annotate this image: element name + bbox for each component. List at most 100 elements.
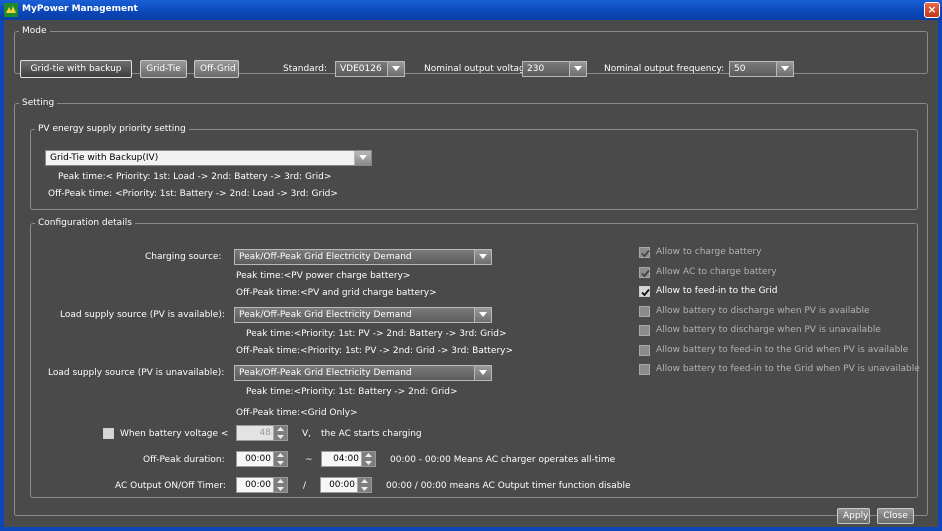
- load-available-select[interactable]: Peak/Off-Peak Grid Electricity Demand: [234, 307, 492, 323]
- mode-grid-tie-backup-button[interactable]: Grid-tie with backup: [20, 60, 132, 78]
- option-row[interactable]: Allow battery to discharge when PV is av…: [639, 305, 919, 318]
- chevron-down-icon: [354, 151, 371, 165]
- option-label: Allow to charge battery: [656, 247, 762, 257]
- voltage-select[interactable]: 230: [522, 61, 587, 77]
- app-logo-icon: [4, 3, 18, 17]
- option-label: Allow AC to charge battery: [656, 267, 777, 277]
- option-row[interactable]: Allow AC to charge battery: [639, 266, 919, 279]
- chevron-down-icon: [474, 366, 491, 380]
- offpeak-note: 00:00 - 00:00 Means AC charger operates …: [390, 455, 616, 465]
- battery-voltage-stepper[interactable]: 48: [236, 425, 288, 441]
- battery-voltage-checkbox[interactable]: [103, 428, 114, 439]
- option-label: Allow battery to feed-in to the Grid whe…: [656, 345, 909, 355]
- chevron-down-icon: [569, 62, 586, 76]
- close-button[interactable]: Close: [877, 508, 914, 524]
- option-label: Allow to feed-in to the Grid: [656, 286, 778, 296]
- voltage-label: Nominal output voltage:: [424, 64, 534, 74]
- load-available-value: Peak/Off-Peak Grid Electricity Demand: [239, 310, 412, 320]
- ac-timer-on-stepper[interactable]: 00:00: [236, 477, 288, 493]
- load-available-label: Load supply source (PV is available):: [60, 310, 225, 320]
- charging-source-label: Charging source:: [145, 252, 222, 262]
- stepper-arrows-icon: [273, 426, 287, 440]
- window-frame-right: [938, 20, 942, 531]
- option-checkbox[interactable]: [639, 247, 650, 258]
- stepper-arrows-icon: [273, 478, 287, 492]
- ac-timer-note: 00:00 / 00:00 means AC Output timer func…: [386, 481, 631, 491]
- load-available-peak-text: Peak time:<Priority: 1st: PV -> 2nd: Bat…: [246, 329, 507, 339]
- option-label: Allow battery to discharge when PV is un…: [656, 325, 881, 335]
- frequency-select[interactable]: 50: [729, 61, 794, 77]
- chevron-down-icon: [474, 250, 491, 264]
- standard-select[interactable]: VDE0126: [335, 61, 405, 77]
- load-unavailable-label: Load supply source (PV is unavailable):: [48, 368, 225, 378]
- option-label: Allow battery to discharge when PV is av…: [656, 306, 870, 316]
- offpeak-end-stepper[interactable]: 04:00: [321, 451, 376, 467]
- option-checkbox[interactable]: [639, 267, 650, 278]
- load-unavailable-value: Peak/Off-Peak Grid Electricity Demand: [239, 368, 412, 378]
- option-checkbox[interactable]: [639, 364, 650, 375]
- mode-grid-tie-button[interactable]: Grid-Tie: [140, 60, 187, 78]
- window-frame-left: [0, 20, 4, 531]
- charging-source-value: Peak/Off-Peak Grid Electricity Demand: [239, 252, 412, 262]
- charging-source-select[interactable]: Peak/Off-Peak Grid Electricity Demand: [234, 249, 492, 265]
- ac-timer-separator: /: [303, 481, 307, 491]
- option-checkbox[interactable]: [639, 286, 650, 297]
- offpeak-duration-label: Off-Peak duration:: [143, 455, 225, 465]
- option-label: Allow battery to feed-in to the Grid whe…: [656, 364, 920, 374]
- frequency-value: 50: [734, 64, 746, 74]
- standard-label: Standard:: [283, 64, 327, 74]
- load-unavailable-select[interactable]: Peak/Off-Peak Grid Electricity Demand: [234, 365, 492, 381]
- chevron-down-icon: [387, 62, 404, 76]
- ac-timer-label: AC Output ON/Off Timer:: [115, 481, 226, 491]
- option-row[interactable]: Allow battery to discharge when PV is un…: [639, 324, 919, 337]
- option-row[interactable]: Allow battery to feed-in to the Grid whe…: [639, 363, 920, 376]
- option-row[interactable]: Allow to charge battery: [639, 246, 919, 259]
- apply-button[interactable]: Apply: [837, 508, 870, 524]
- load-unavailable-offpeak-text: Off-Peak time:<Grid Only>: [236, 408, 358, 418]
- offpeak-end-value: 04:00: [333, 454, 359, 464]
- ac-timer-on-value: 00:00: [245, 480, 271, 490]
- pv-priority-legend: PV energy supply priority setting: [38, 124, 186, 134]
- standard-value: VDE0126: [340, 64, 382, 74]
- ac-timer-off-value: 00:00: [329, 480, 355, 490]
- option-row[interactable]: Allow to feed-in to the Grid: [639, 285, 919, 298]
- check-icon: [641, 288, 650, 297]
- battery-voltage-unit: V,: [302, 429, 312, 439]
- pv-priority-select[interactable]: Grid-Tie with Backup(IV): [45, 150, 372, 166]
- load-unavailable-peak-text: Peak time:<Priority: 1st: Battery -> 2nd…: [246, 387, 458, 397]
- battery-voltage-suffix: the AC starts charging: [321, 429, 422, 439]
- offpeak-start-stepper[interactable]: 00:00: [236, 451, 288, 467]
- frequency-label: Nominal output frequency:: [604, 64, 725, 74]
- option-checkbox[interactable]: [639, 345, 650, 356]
- pv-priority-value: Grid-Tie with Backup(IV): [50, 153, 159, 163]
- stepper-arrows-icon: [361, 452, 375, 466]
- config-details-legend: Configuration details: [38, 218, 132, 228]
- mode-legend: Mode: [22, 26, 47, 36]
- battery-voltage-value: 48: [259, 428, 271, 438]
- close-icon: ×: [927, 3, 937, 16]
- battery-voltage-label: When battery voltage <: [120, 429, 229, 439]
- charging-peak-text: Peak time:<PV power charge battery>: [236, 271, 411, 281]
- window-close-button[interactable]: ×: [924, 2, 940, 18]
- voltage-value: 230: [527, 64, 545, 74]
- pv-peak-text: Peak time:< Priority: 1st: Load -> 2nd: …: [58, 172, 332, 182]
- check-icon: [641, 269, 650, 278]
- option-checkbox[interactable]: [639, 325, 650, 336]
- check-icon: [641, 249, 650, 258]
- chevron-down-icon: [474, 308, 491, 322]
- window-frame-bottom: [0, 527, 942, 531]
- pv-offpeak-text: Off-Peak time: <Priority: 1st: Battery -…: [48, 189, 338, 199]
- window-title: MyPower Management: [22, 4, 138, 14]
- chevron-down-icon: [776, 62, 793, 76]
- option-checkbox[interactable]: [639, 306, 650, 317]
- mode-off-grid-button[interactable]: Off-Grid: [194, 60, 239, 78]
- stepper-arrows-icon: [357, 478, 371, 492]
- ac-timer-off-stepper[interactable]: 00:00: [320, 477, 372, 493]
- option-row[interactable]: Allow battery to feed-in to the Grid whe…: [639, 344, 919, 357]
- load-available-offpeak-text: Off-Peak time:<Priority: 1st: PV -> 2nd:…: [236, 346, 514, 356]
- offpeak-start-value: 00:00: [245, 454, 271, 464]
- charging-offpeak-text: Off-Peak time:<PV and grid charge batter…: [236, 288, 437, 298]
- title-bar: MyPower Management ×: [0, 0, 942, 20]
- stepper-arrows-icon: [273, 452, 287, 466]
- offpeak-separator: ~: [305, 455, 313, 465]
